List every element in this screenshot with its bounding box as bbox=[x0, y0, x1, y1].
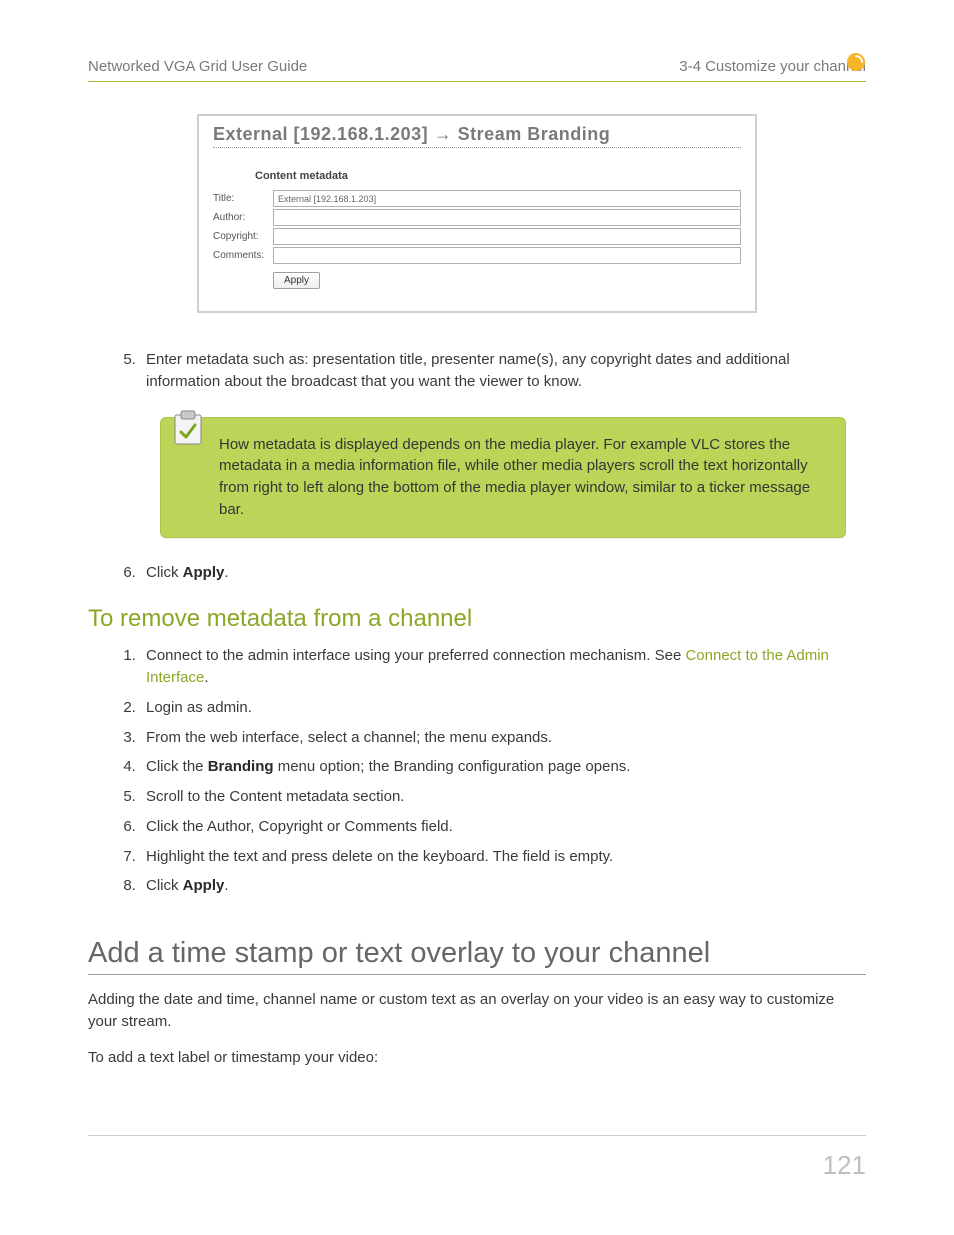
step-5: Enter metadata such as: presentation tit… bbox=[140, 349, 866, 393]
field-comments-row: Comments: bbox=[213, 247, 741, 264]
overlay-intro: Adding the date and time, channel name o… bbox=[88, 989, 866, 1033]
rs8-bold: Apply bbox=[183, 877, 225, 894]
step-6-bold: Apply bbox=[183, 564, 225, 581]
page-footer: 121 bbox=[88, 1135, 866, 1181]
remove-step-7: Highlight the text and press delete on t… bbox=[140, 846, 866, 868]
field-comments-label: Comments: bbox=[213, 250, 269, 261]
screenshot-title: External [192.168.1.203] → Stream Brandi… bbox=[213, 124, 741, 148]
remove-step-5: Scroll to the Content metadata section. bbox=[140, 786, 866, 808]
remove-step-3: From the web interface, select a channel… bbox=[140, 727, 866, 749]
field-title-label: Title: bbox=[213, 193, 269, 204]
author-input[interactable] bbox=[273, 209, 741, 226]
page-number: 121 bbox=[823, 1150, 866, 1180]
header-left: Networked VGA Grid User Guide bbox=[88, 58, 307, 75]
rs1-a: Connect to the admin interface using you… bbox=[146, 647, 685, 664]
note-callout: How metadata is displayed depends on the… bbox=[160, 417, 846, 538]
remove-step-4: Click the Branding menu option; the Bran… bbox=[140, 756, 866, 778]
arrow-icon: → bbox=[434, 124, 458, 144]
field-author-row: Author: bbox=[213, 209, 741, 226]
subheading-remove-metadata: To remove metadata from a channel bbox=[88, 605, 866, 633]
remove-step-1: Connect to the admin interface using you… bbox=[140, 645, 866, 689]
apply-button[interactable]: Apply bbox=[273, 272, 320, 289]
steps-list-continued: Enter metadata such as: presentation tit… bbox=[88, 349, 866, 393]
overlay-lead-in: To add a text label or timestamp your vi… bbox=[88, 1047, 866, 1069]
comments-input[interactable] bbox=[273, 247, 741, 264]
steps-list-continued-2: Click Apply. bbox=[88, 562, 866, 584]
title-input[interactable] bbox=[273, 190, 741, 207]
field-title-row: Title: bbox=[213, 190, 741, 207]
screenshot-section-label: Content metadata bbox=[255, 170, 741, 182]
step-6-text-c: . bbox=[224, 564, 228, 581]
remove-step-2: Login as admin. bbox=[140, 697, 866, 719]
field-author-label: Author: bbox=[213, 212, 269, 223]
rs8-a: Click bbox=[146, 877, 183, 894]
rs8-c: . bbox=[224, 877, 228, 894]
field-copyright-label: Copyright: bbox=[213, 231, 269, 242]
rs1-b: . bbox=[204, 669, 208, 686]
rs4-a: Click the bbox=[146, 758, 208, 775]
header-right: 3-4 Customize your channel bbox=[679, 58, 866, 75]
heading-timestamp-overlay: Add a time stamp or text overlay to your… bbox=[88, 937, 866, 975]
step-6-text-a: Click bbox=[146, 564, 183, 581]
page-header: Networked VGA Grid User Guide 3-4 Custom… bbox=[88, 58, 866, 82]
rs4-c: menu option; the Branding configuration … bbox=[274, 758, 631, 775]
brand-icon bbox=[846, 52, 866, 72]
callout-text: How metadata is displayed depends on the… bbox=[215, 434, 825, 521]
remove-step-6: Click the Author, Copyright or Comments … bbox=[140, 816, 866, 838]
field-copyright-row: Copyright: bbox=[213, 228, 741, 245]
copyright-input[interactable] bbox=[273, 228, 741, 245]
remove-step-8: Click Apply. bbox=[140, 875, 866, 897]
rs4-bold: Branding bbox=[208, 758, 274, 775]
screenshot-title-source: External [192.168.1.203] bbox=[213, 124, 428, 144]
remove-steps-list: Connect to the admin interface using you… bbox=[88, 645, 866, 897]
step-5-text: Enter metadata such as: presentation tit… bbox=[146, 351, 790, 390]
clipboard-icon bbox=[161, 410, 215, 521]
screenshot-title-dest: Stream Branding bbox=[458, 124, 611, 144]
step-6: Click Apply. bbox=[140, 562, 866, 584]
embedded-screenshot: External [192.168.1.203] → Stream Brandi… bbox=[197, 114, 757, 313]
